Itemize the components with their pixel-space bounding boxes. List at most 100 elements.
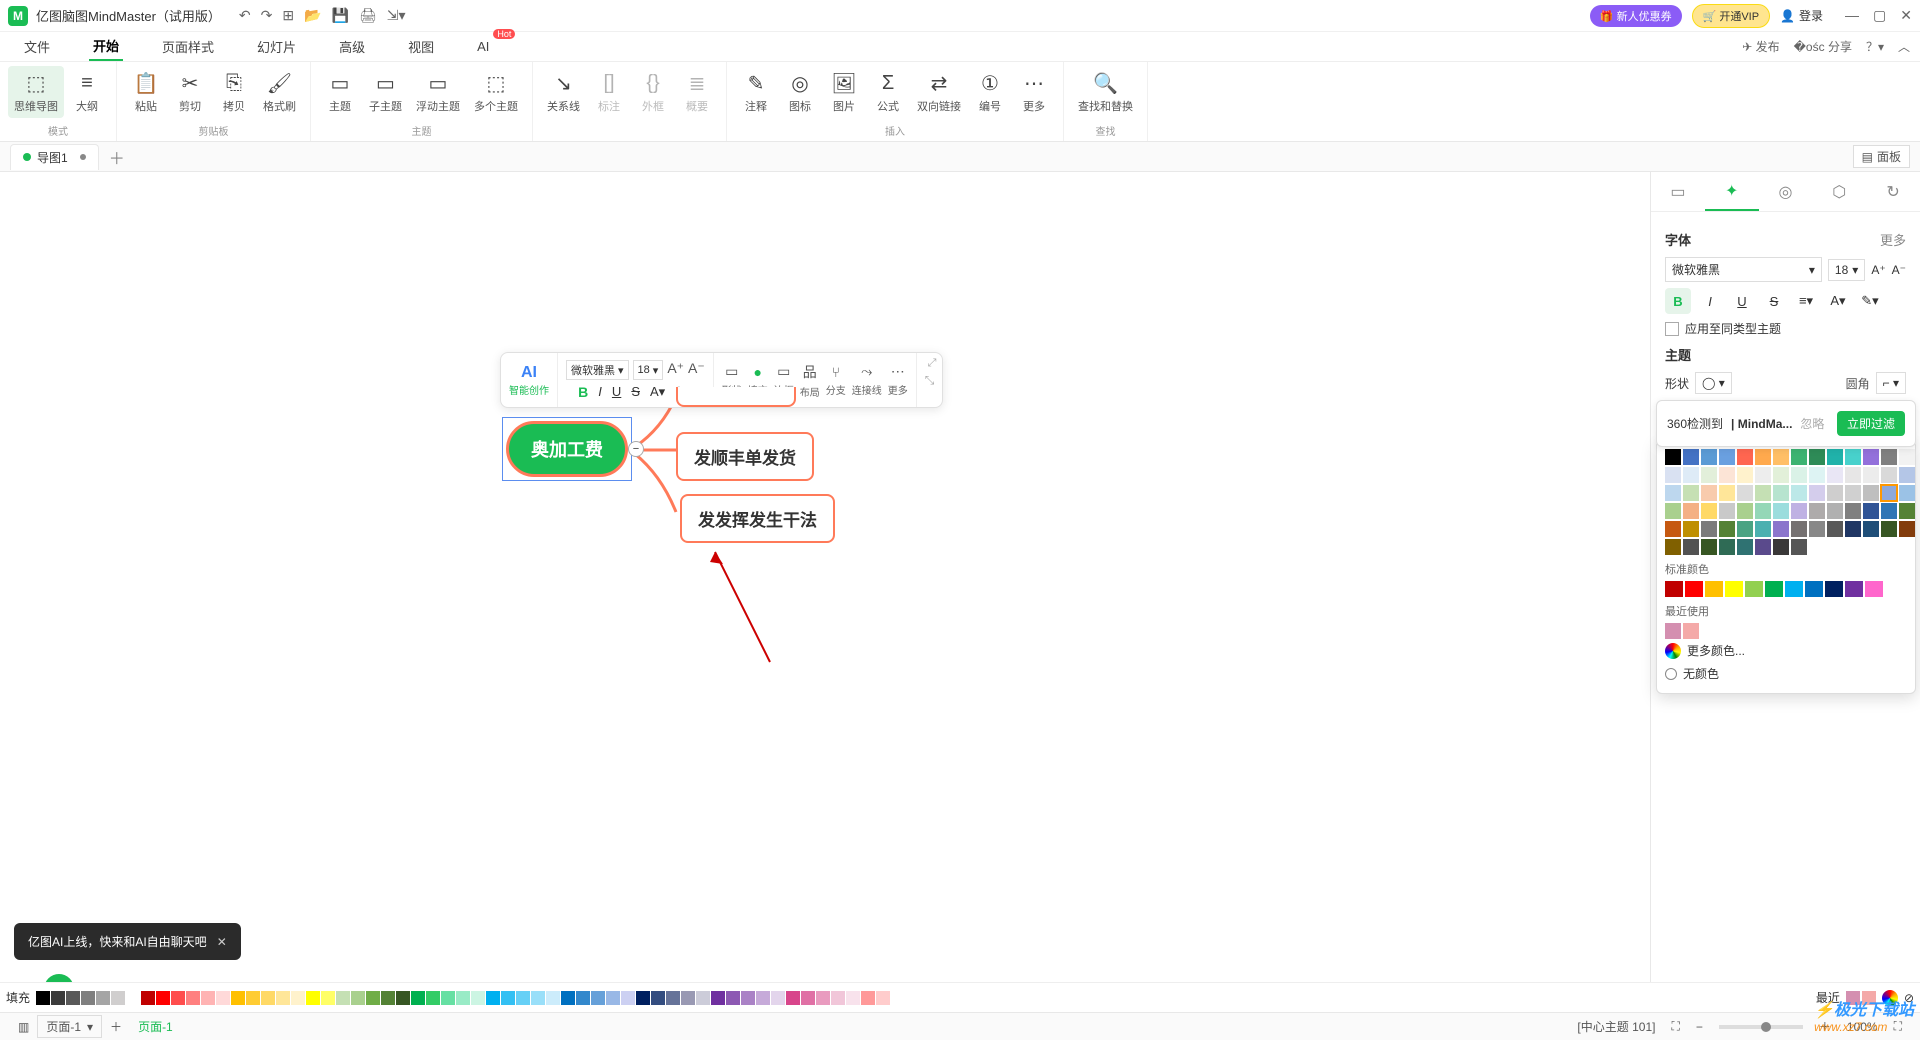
fill-color-swatch[interactable] bbox=[381, 991, 395, 1005]
ai-create-button[interactable]: AI 智能创作 bbox=[501, 353, 558, 407]
color-swatch[interactable] bbox=[1863, 503, 1879, 519]
fill-color-swatch[interactable] bbox=[621, 991, 635, 1005]
font-grow-icon[interactable]: A⁺ bbox=[667, 360, 684, 380]
color-swatch[interactable] bbox=[1755, 485, 1771, 501]
collapse-ribbon-icon[interactable]: ︿ bbox=[1898, 38, 1910, 55]
toast-close-icon[interactable]: ✕ bbox=[217, 935, 227, 949]
panel-tab-shape[interactable]: ▭ bbox=[1651, 172, 1705, 211]
ribbon-关系线[interactable]: ↘关系线 bbox=[541, 66, 586, 118]
color-swatch[interactable] bbox=[1863, 467, 1879, 483]
fill-color-swatch[interactable] bbox=[126, 991, 140, 1005]
rp-font-grow-icon[interactable]: A⁺ bbox=[1871, 263, 1885, 277]
vip-badge[interactable]: 🛒 开通VIP bbox=[1692, 4, 1770, 28]
ribbon-公式[interactable]: Σ公式 bbox=[867, 66, 909, 118]
layers-icon[interactable]: ▥ bbox=[10, 1020, 37, 1034]
color-swatch[interactable] bbox=[1791, 521, 1807, 537]
color-swatch[interactable] bbox=[1773, 449, 1789, 465]
fill-color-swatch[interactable] bbox=[636, 991, 650, 1005]
rp-font-family-select[interactable]: 微软雅黑 ▾ bbox=[1665, 257, 1822, 282]
fill-color-swatch[interactable] bbox=[681, 991, 695, 1005]
color-swatch[interactable] bbox=[1737, 503, 1753, 519]
color-swatch[interactable] bbox=[1701, 539, 1717, 555]
color-swatch[interactable] bbox=[1665, 521, 1681, 537]
color-swatch[interactable] bbox=[1685, 581, 1703, 597]
collapse-children-icon[interactable]: − bbox=[628, 441, 644, 457]
color-swatch[interactable] bbox=[1683, 467, 1699, 483]
rp-font-color-button[interactable]: A▾ bbox=[1825, 288, 1851, 314]
ft-连接线[interactable]: ⤳连接线 bbox=[852, 363, 882, 397]
ribbon-图标[interactable]: ◎图标 bbox=[779, 66, 821, 118]
ribbon-粘贴[interactable]: 📋粘贴 bbox=[125, 66, 167, 118]
fill-color-swatch[interactable] bbox=[771, 991, 785, 1005]
italic-button[interactable]: I bbox=[598, 384, 602, 400]
zoom-out-icon[interactable]: − bbox=[1688, 1020, 1711, 1034]
expand-toolbar-icon[interactable]: ⤢ bbox=[928, 357, 937, 370]
login-button[interactable]: 👤登录 bbox=[1780, 7, 1823, 24]
color-swatch[interactable] bbox=[1863, 521, 1879, 537]
fill-color-swatch[interactable] bbox=[441, 991, 455, 1005]
fill-color-swatch[interactable] bbox=[411, 991, 425, 1005]
redo-icon[interactable]: ↷ bbox=[261, 7, 273, 24]
color-swatch[interactable] bbox=[1899, 485, 1915, 501]
fill-color-swatch[interactable] bbox=[36, 991, 50, 1005]
color-swatch[interactable] bbox=[1755, 539, 1771, 555]
menu-ai[interactable]: AIHot bbox=[473, 35, 493, 58]
fill-color-swatch[interactable] bbox=[516, 991, 530, 1005]
rp-highlight-button[interactable]: ✎▾ bbox=[1857, 288, 1883, 314]
fill-color-swatch[interactable] bbox=[261, 991, 275, 1005]
color-swatch[interactable] bbox=[1809, 521, 1825, 537]
fill-color-swatch[interactable] bbox=[501, 991, 515, 1005]
fill-color-swatch[interactable] bbox=[576, 991, 590, 1005]
color-swatch[interactable] bbox=[1845, 485, 1861, 501]
color-swatch[interactable] bbox=[1683, 503, 1699, 519]
apply-same-checkbox[interactable] bbox=[1665, 322, 1679, 336]
fill-color-swatch[interactable] bbox=[876, 991, 890, 1005]
color-swatch[interactable] bbox=[1719, 503, 1735, 519]
ribbon-外框[interactable]: {}外框 bbox=[632, 66, 674, 118]
fill-color-swatch[interactable] bbox=[471, 991, 485, 1005]
color-swatch[interactable] bbox=[1737, 521, 1753, 537]
color-swatch[interactable] bbox=[1773, 485, 1789, 501]
close-icon[interactable]: ✕ bbox=[1900, 7, 1912, 24]
fill-color-swatch[interactable] bbox=[816, 991, 830, 1005]
color-swatch[interactable] bbox=[1683, 623, 1699, 639]
panel-tab-settings[interactable]: ⬡ bbox=[1812, 172, 1866, 211]
color-swatch[interactable] bbox=[1755, 467, 1771, 483]
color-swatch[interactable] bbox=[1665, 503, 1681, 519]
color-swatch[interactable] bbox=[1881, 521, 1897, 537]
fill-color-swatch[interactable] bbox=[711, 991, 725, 1005]
fill-color-swatch[interactable] bbox=[456, 991, 470, 1005]
ft-布局[interactable]: 品布局 bbox=[800, 362, 820, 399]
help-icon[interactable]: ？▾ bbox=[1866, 38, 1884, 55]
color-swatch[interactable] bbox=[1719, 521, 1735, 537]
color-swatch[interactable] bbox=[1773, 521, 1789, 537]
child-node-1[interactable] bbox=[676, 387, 796, 407]
fill-color-swatch[interactable] bbox=[366, 991, 380, 1005]
panel-tab-style[interactable]: ✦ bbox=[1705, 172, 1759, 211]
ribbon-思维导图[interactable]: ⬚思维导图 bbox=[8, 66, 64, 118]
color-swatch[interactable] bbox=[1719, 467, 1735, 483]
font-color-button[interactable]: A▾ bbox=[650, 384, 665, 400]
color-swatch[interactable] bbox=[1719, 539, 1735, 555]
ribbon-子主题[interactable]: ▭子主题 bbox=[363, 66, 408, 118]
color-swatch[interactable] bbox=[1665, 581, 1683, 597]
font-family-select[interactable]: 微软雅黑 ▾ bbox=[566, 360, 629, 380]
color-swatch[interactable] bbox=[1881, 485, 1897, 501]
color-swatch[interactable] bbox=[1805, 581, 1823, 597]
color-swatch[interactable] bbox=[1827, 485, 1843, 501]
more-colors-button[interactable]: 更多颜色... bbox=[1665, 639, 1907, 662]
color-swatch[interactable] bbox=[1827, 503, 1843, 519]
fill-color-swatch[interactable] bbox=[741, 991, 755, 1005]
color-swatch[interactable] bbox=[1899, 521, 1915, 537]
undo-icon[interactable]: ↶ bbox=[239, 7, 251, 24]
fill-color-swatch[interactable] bbox=[651, 991, 665, 1005]
color-swatch[interactable] bbox=[1845, 503, 1861, 519]
fill-color-swatch[interactable] bbox=[426, 991, 440, 1005]
rp-font-shrink-icon[interactable]: A⁻ bbox=[1892, 263, 1906, 277]
strike-button[interactable]: S bbox=[631, 384, 640, 400]
export-icon[interactable]: ⇲▾ bbox=[387, 7, 406, 24]
color-swatch[interactable] bbox=[1755, 521, 1771, 537]
maximize-icon[interactable]: ▢ bbox=[1873, 7, 1886, 24]
color-swatch[interactable] bbox=[1845, 449, 1861, 465]
color-swatch[interactable] bbox=[1683, 485, 1699, 501]
